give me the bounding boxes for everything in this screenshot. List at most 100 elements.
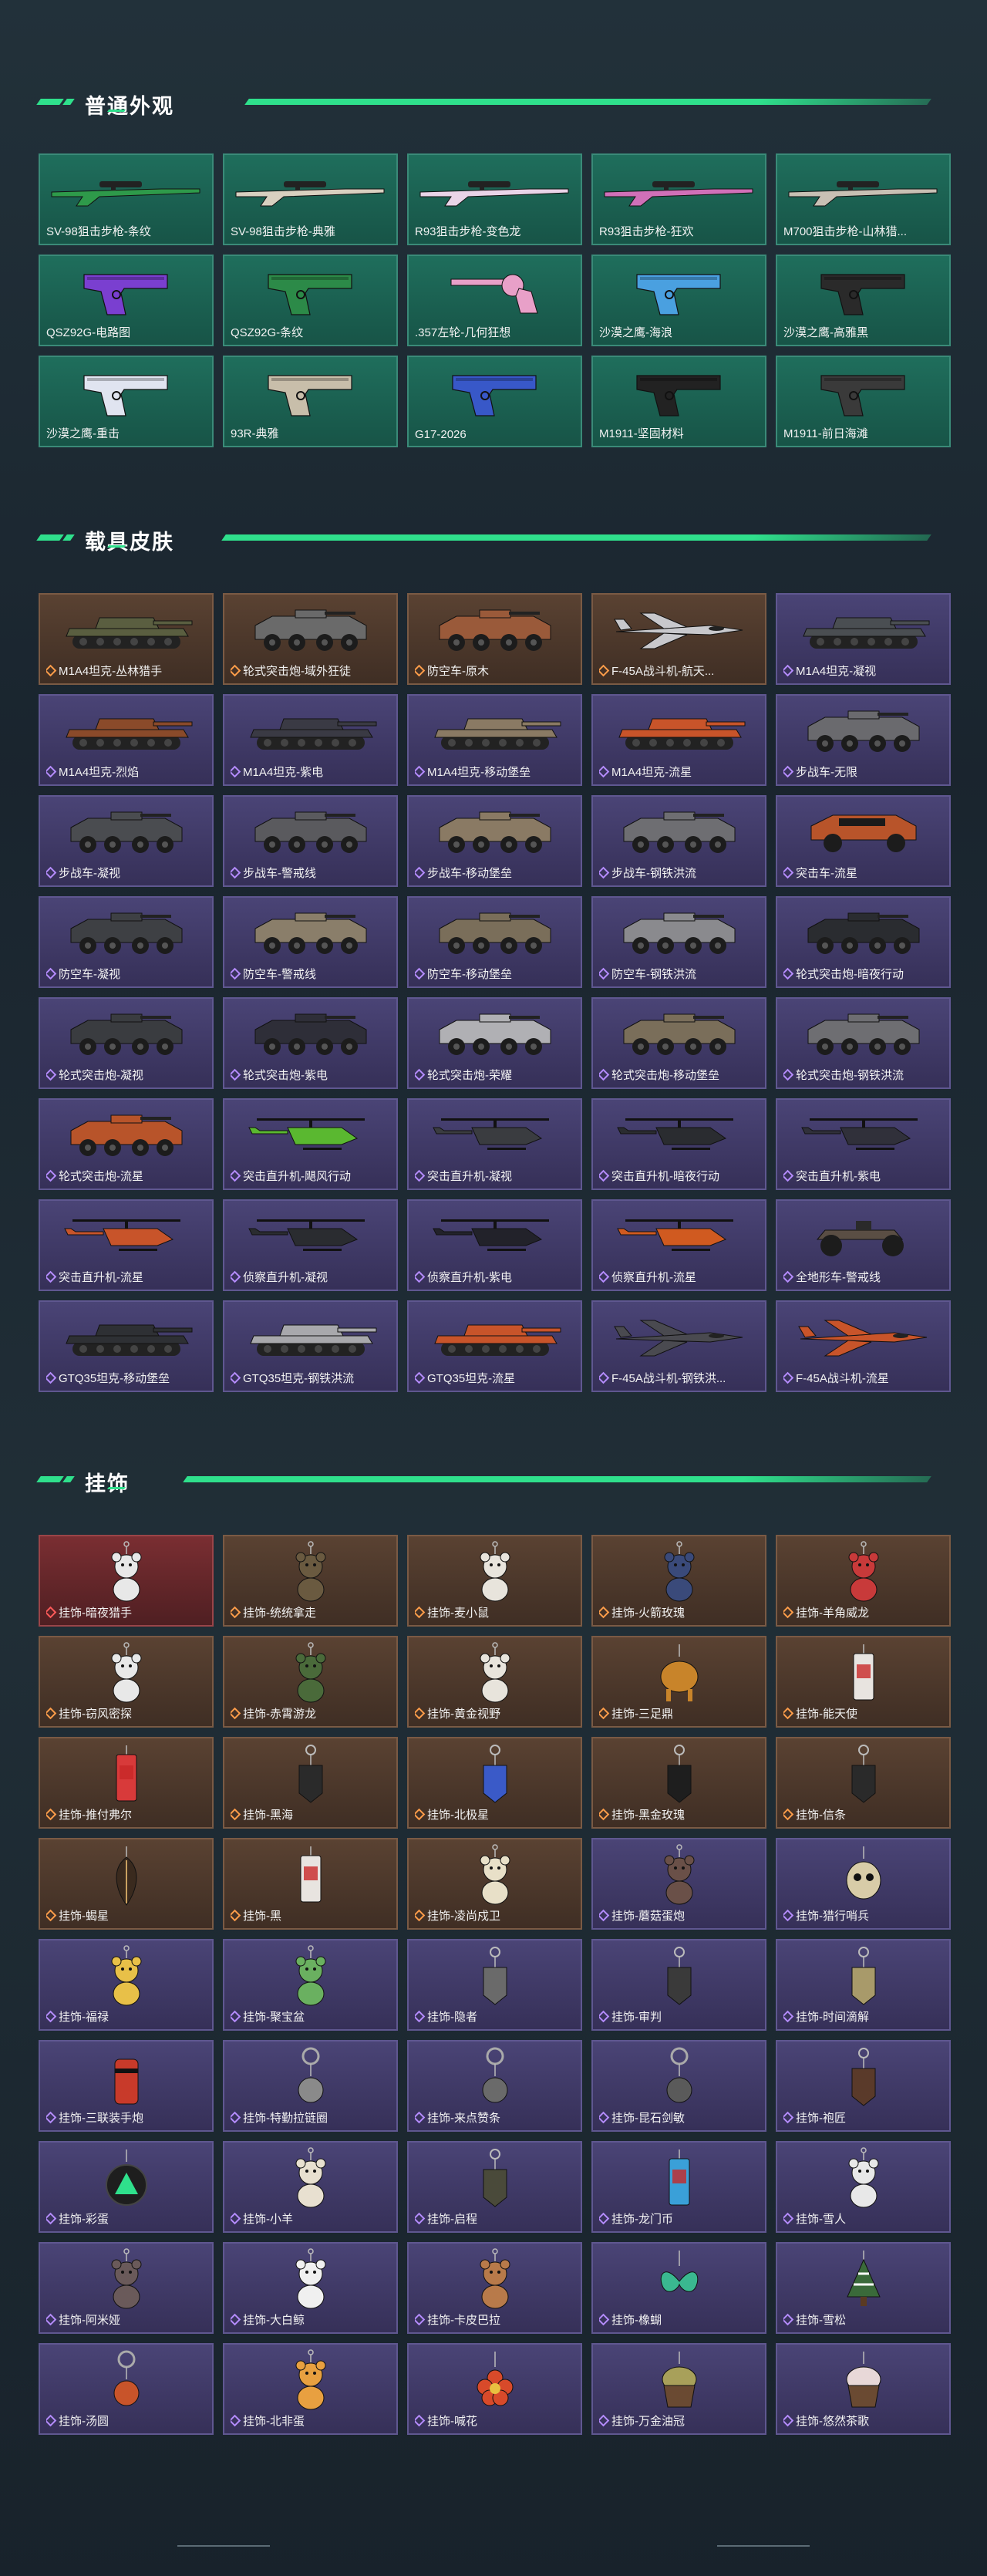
weapon-card[interactable]: .357左轮-几何狂想 [407,255,582,346]
vehicle-card[interactable]: 步战车-无限 [776,694,951,786]
weapon-card[interactable]: 沙漠之鹰-海浪 [591,255,766,346]
vehicle-card[interactable]: 突击直升机-飓风行动 [223,1098,398,1190]
weapon-card[interactable]: QSZ92G-电路图 [39,255,214,346]
charm-card[interactable]: 挂饰-来点赞条 [407,2040,582,2132]
vehicle-card[interactable]: M1A4坦克-流星 [591,694,766,786]
charm-card[interactable]: 挂饰-彩蛋 [39,2141,214,2233]
vehicle-card[interactable]: 防空车-钢铁洪流 [591,896,766,988]
vehicle-card[interactable]: F-45A战斗机-航天... [591,593,766,685]
vehicle-card[interactable]: F-45A战斗机-流星 [776,1300,951,1392]
charm-card[interactable]: 挂饰-推付弗尔 [39,1737,214,1829]
charm-card[interactable]: 挂饰-能天使 [776,1636,951,1728]
vehicle-card[interactable]: 轮式突击炮-域外狂徒 [223,593,398,685]
vehicle-card[interactable]: F-45A战斗机-钢铁洪... [591,1300,766,1392]
charm-card[interactable]: 挂饰-雪人 [776,2141,951,2233]
weapon-card[interactable]: SV-98狙击步枪-条纹 [39,153,214,245]
vehicle-card[interactable]: 步战车-移动堡垒 [407,795,582,887]
weapon-card[interactable]: 沙漠之鹰-高雅黑 [776,255,951,346]
charm-card[interactable]: 挂饰-卡皮巴拉 [407,2242,582,2334]
charm-card[interactable]: 挂饰-蘑菇蛋炮 [591,1838,766,1930]
vehicle-card[interactable]: 全地形车-警戒线 [776,1199,951,1291]
charm-card[interactable]: 挂饰-小羊 [223,2141,398,2233]
charm-card[interactable]: 挂饰-橡蝴 [591,2242,766,2334]
vehicle-card[interactable]: 防空车-凝视 [39,896,214,988]
charm-card[interactable]: 挂饰-窃风密探 [39,1636,214,1728]
vehicle-card[interactable]: 突击直升机-紫电 [776,1098,951,1190]
charm-card[interactable]: 挂饰-火箭玫瑰 [591,1535,766,1627]
charm-card[interactable]: 挂饰-北非蛋 [223,2343,398,2435]
charm-card[interactable]: 挂饰-黄金视野 [407,1636,582,1728]
vehicle-card[interactable]: 突击直升机-暗夜行动 [591,1098,766,1190]
charm-card[interactable]: 挂饰-暗夜猎手 [39,1535,214,1627]
vehicle-card[interactable]: GTQ35坦克-钢铁洪流 [223,1300,398,1392]
vehicle-card[interactable]: 轮式突击炮-紫电 [223,997,398,1089]
charm-card[interactable]: 挂饰-悠然茶歌 [776,2343,951,2435]
vehicle-card[interactable]: 侦察直升机-紫电 [407,1199,582,1291]
charm-card[interactable]: 挂饰-龙门币 [591,2141,766,2233]
vehicle-card[interactable]: M1A4坦克-紫电 [223,694,398,786]
vehicle-card[interactable]: 侦察直升机-凝视 [223,1199,398,1291]
vehicle-card[interactable]: GTQ35坦克-移动堡垒 [39,1300,214,1392]
vehicle-card[interactable]: 突击直升机-流星 [39,1199,214,1291]
vehicle-card[interactable]: GTQ35坦克-流星 [407,1300,582,1392]
charm-card[interactable]: 挂饰-审判 [591,1939,766,2031]
vehicle-card[interactable]: M1A4坦克-凝视 [776,593,951,685]
charm-card[interactable]: 挂饰-万金油冠 [591,2343,766,2435]
vehicle-card[interactable]: 轮式突击炮-荣耀 [407,997,582,1089]
weapon-card[interactable]: SV-98狙击步枪-典雅 [223,153,398,245]
vehicle-card[interactable]: 步战车-警戒线 [223,795,398,887]
vehicle-card[interactable]: 轮式突击炮-钢铁洪流 [776,997,951,1089]
vehicle-card[interactable]: 侦察直升机-流星 [591,1199,766,1291]
charm-card[interactable]: 挂饰-昆石剑敏 [591,2040,766,2132]
charm-card[interactable]: 挂饰-三足鼎 [591,1636,766,1728]
charm-card[interactable]: 挂饰-猎行哨兵 [776,1838,951,1930]
charm-card[interactable]: 挂饰-赤霄游龙 [223,1636,398,1728]
charm-card[interactable]: 挂饰-喊花 [407,2343,582,2435]
charm-card[interactable]: 挂饰-阿米娅 [39,2242,214,2334]
weapon-card[interactable]: QSZ92G-条纹 [223,255,398,346]
charm-card[interactable]: 挂饰-时间滴解 [776,1939,951,2031]
weapon-card[interactable]: M700狙击步枪-山林猎... [776,153,951,245]
charm-card[interactable]: 挂饰-聚宝盆 [223,1939,398,2031]
weapon-card[interactable]: R93狙击步枪-变色龙 [407,153,582,245]
weapon-card[interactable]: R93狙击步枪-狂欢 [591,153,766,245]
vehicle-card[interactable]: 步战车-凝视 [39,795,214,887]
vehicle-card[interactable]: 突击车-流星 [776,795,951,887]
charm-card[interactable]: 挂饰-统统拿走 [223,1535,398,1627]
charm-card[interactable]: 挂饰-信条 [776,1737,951,1829]
charm-card[interactable]: 挂饰-麦小鼠 [407,1535,582,1627]
charm-card[interactable]: 挂饰-福禄 [39,1939,214,2031]
vehicle-card[interactable]: 轮式突击炮-暗夜行动 [776,896,951,988]
charm-card[interactable]: 挂饰-羊角威龙 [776,1535,951,1627]
weapon-card[interactable]: G17-2026 [407,356,582,447]
charm-card[interactable]: 挂饰-特勤拉链圈 [223,2040,398,2132]
vehicle-card[interactable]: 防空车-移动堡垒 [407,896,582,988]
charm-card[interactable]: 挂饰-隐者 [407,1939,582,2031]
vehicle-card[interactable]: 防空车-原木 [407,593,582,685]
vehicle-card[interactable]: 突击直升机-凝视 [407,1098,582,1190]
charm-card[interactable]: 挂饰-大白鲸 [223,2242,398,2334]
vehicle-card[interactable]: 轮式突击炮-凝视 [39,997,214,1089]
vehicle-card[interactable]: 防空车-警戒线 [223,896,398,988]
charm-card[interactable]: 挂饰-汤圆 [39,2343,214,2435]
charm-card[interactable]: 挂饰-北极星 [407,1737,582,1829]
charm-card[interactable]: 挂饰-袍匠 [776,2040,951,2132]
charm-card[interactable]: 挂饰-凌尚戍卫 [407,1838,582,1930]
vehicle-card[interactable]: 轮式突击炮-流星 [39,1098,214,1190]
vehicle-card[interactable]: M1A4坦克-移动堡垒 [407,694,582,786]
charm-card[interactable]: 挂饰-雪松 [776,2242,951,2334]
weapon-card[interactable]: 93R-典雅 [223,356,398,447]
vehicle-card[interactable]: 步战车-钢铁洪流 [591,795,766,887]
charm-card[interactable]: 挂饰-启程 [407,2141,582,2233]
charm-card[interactable]: 挂饰-三联装手炮 [39,2040,214,2132]
vehicle-card[interactable]: M1A4坦克-烈焰 [39,694,214,786]
weapon-card[interactable]: M1911-坚固材料 [591,356,766,447]
vehicle-card[interactable]: 轮式突击炮-移动堡垒 [591,997,766,1089]
vehicle-card[interactable]: M1A4坦克-丛林猎手 [39,593,214,685]
charm-card[interactable]: 挂饰-蝎星 [39,1838,214,1930]
weapon-card[interactable]: 沙漠之鹰-重击 [39,356,214,447]
charm-card[interactable]: 挂饰-黑 [223,1838,398,1930]
charm-card[interactable]: 挂饰-黑金玫瑰 [591,1737,766,1829]
weapon-card[interactable]: M1911-前日海滩 [776,356,951,447]
charm-card[interactable]: 挂饰-黑海 [223,1737,398,1829]
